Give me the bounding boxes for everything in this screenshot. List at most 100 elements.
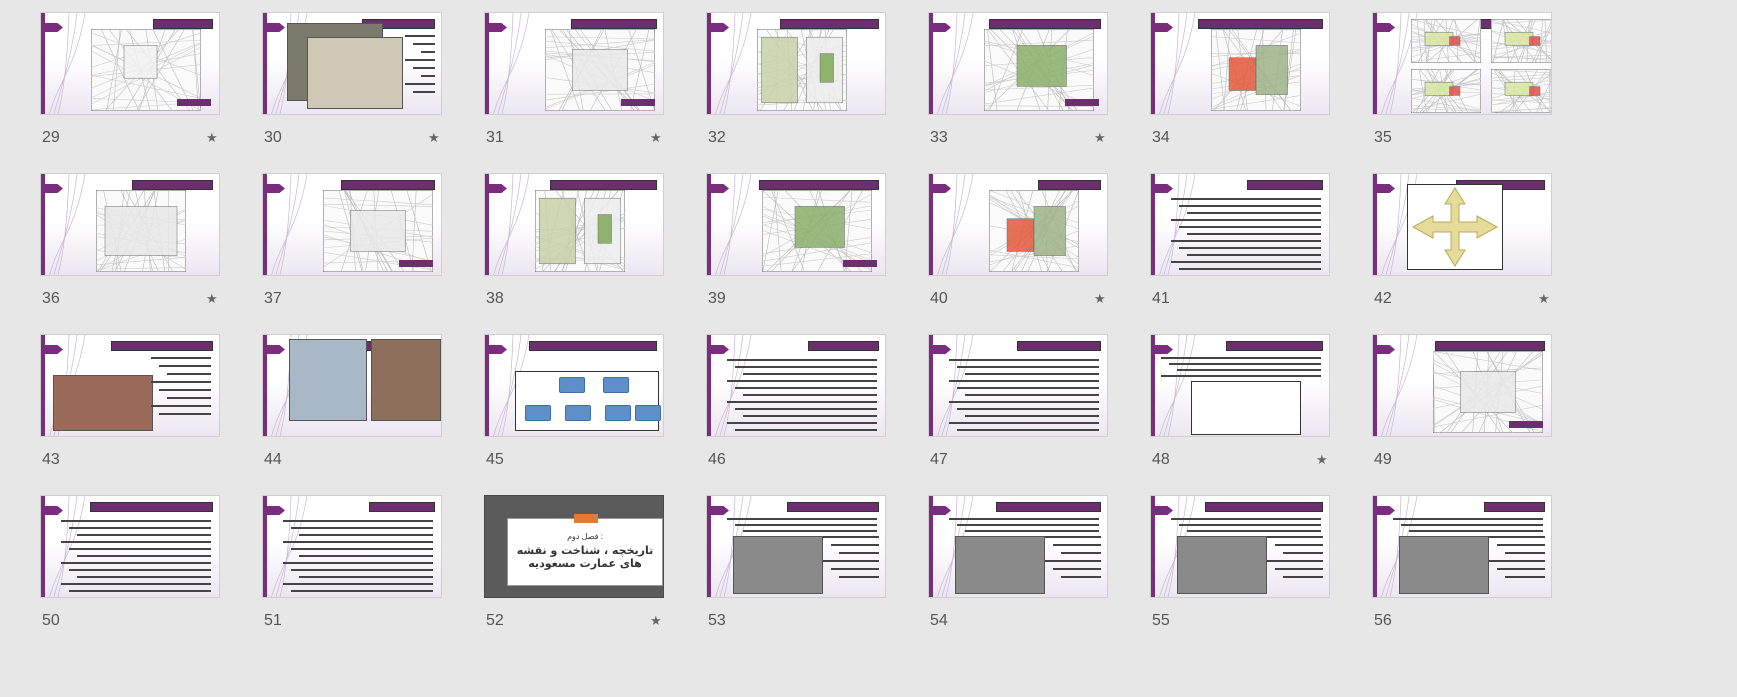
slide-number: 43 xyxy=(42,451,60,469)
slide-number: 45 xyxy=(486,451,504,469)
slide-number: 39 xyxy=(708,290,726,308)
slide-number: 52 xyxy=(486,612,504,630)
slide-thumbnail-cell[interactable]: 53 xyxy=(706,495,906,645)
slide-title-bar xyxy=(787,502,879,512)
slide-thumbnail-cell[interactable]: 54 xyxy=(928,495,1128,645)
slide-thumbnail-cell[interactable]: 34 xyxy=(1150,12,1350,162)
map-image xyxy=(96,190,186,272)
slide-thumbnail[interactable] xyxy=(928,12,1108,115)
slide-thumbnail[interactable]: فصل دوم : تاریخچه ، شناخت و نقشه های عمار… xyxy=(484,495,664,598)
star-icon: ★ xyxy=(1538,291,1550,307)
slide-thumbnail-cell[interactable]: 46 xyxy=(706,334,906,484)
slide-title-bar xyxy=(759,180,879,190)
slide-thumbnail-cell[interactable]: 55 xyxy=(1150,495,1350,645)
diagram-node xyxy=(635,405,661,421)
slide-number: 55 xyxy=(1152,612,1170,630)
slide-thumbnail-cell[interactable]: 51 xyxy=(262,495,462,645)
slide-number: 35 xyxy=(1374,129,1392,147)
slide-number: 49 xyxy=(1374,451,1392,469)
slide-thumbnail-cell[interactable]: 36 ★ xyxy=(40,173,240,323)
diagram-node xyxy=(605,405,631,421)
slide-thumbnail[interactable] xyxy=(484,334,664,437)
slide-number: 42 xyxy=(1374,290,1392,308)
slide-title-bar xyxy=(808,341,879,351)
star-icon: ★ xyxy=(206,291,218,307)
slide-thumbnail-cell[interactable]: 37 xyxy=(262,173,462,323)
slide-number: 51 xyxy=(264,612,282,630)
map-image xyxy=(1491,19,1552,63)
slide-title-bar xyxy=(1484,502,1545,512)
slide-thumbnail[interactable] xyxy=(484,173,664,276)
slide-thumbnail[interactable] xyxy=(1150,495,1330,598)
slide-thumbnail-cell[interactable]: 40 ★ xyxy=(928,173,1128,323)
diagram-node xyxy=(603,377,629,393)
slide-title-bar xyxy=(1205,502,1323,512)
slide-thumbnail-cell[interactable]: 38 xyxy=(484,173,684,323)
slide-thumbnail[interactable] xyxy=(1372,12,1552,115)
slide-title-bar xyxy=(132,180,213,190)
slide-number: 41 xyxy=(1152,290,1170,308)
slide-number: 37 xyxy=(264,290,282,308)
slide-thumbnail-cell[interactable]: 47 xyxy=(928,334,1128,484)
slide-thumbnail[interactable] xyxy=(1372,495,1552,598)
star-icon: ★ xyxy=(428,130,440,146)
slide-thumbnail-cell[interactable]: فصل دوم : تاریخچه ، شناخت و نقشه های عمار… xyxy=(484,495,684,645)
slide-title-bar xyxy=(529,341,657,351)
slide-number: 56 xyxy=(1374,612,1392,630)
slide-thumbnail-cell[interactable]: 43 xyxy=(40,334,240,484)
slide-thumbnail-cell[interactable]: 35 xyxy=(1372,12,1572,162)
slide-thumbnail-cell[interactable]: 32 xyxy=(706,12,906,162)
slide-thumbnail[interactable] xyxy=(262,173,442,276)
slide-thumbnail[interactable] xyxy=(40,173,220,276)
slide-number: 40 xyxy=(930,290,948,308)
slide-thumbnail-cell[interactable]: 33 ★ xyxy=(928,12,1128,162)
slide-thumbnail[interactable] xyxy=(706,495,886,598)
slide-thumbnail-cell[interactable]: 48 ★ xyxy=(1150,334,1350,484)
slide-thumbnail[interactable] xyxy=(706,12,886,115)
slide-thumbnail-cell[interactable]: 30 ★ xyxy=(262,12,462,162)
slide-number: 53 xyxy=(708,612,726,630)
slide-title-bar xyxy=(571,19,657,29)
slide-thumbnail[interactable] xyxy=(1150,12,1330,115)
slide-thumbnail-cell[interactable]: 31 ★ xyxy=(484,12,684,162)
slide-thumbnail[interactable] xyxy=(706,173,886,276)
slide-thumbnail[interactable] xyxy=(928,173,1108,276)
slide-thumbnail[interactable] xyxy=(262,12,442,115)
slide-thumbnail-cell[interactable]: 44 xyxy=(262,334,462,484)
slide-number: 38 xyxy=(486,290,504,308)
map-image xyxy=(1491,69,1552,113)
slide-thumbnail[interactable] xyxy=(262,334,442,437)
cover-title: تاریخچه ، شناخت و نقشه های عمارت مسعودیه xyxy=(508,544,662,570)
slide-number: 29 xyxy=(42,129,60,147)
slide-thumbnail[interactable] xyxy=(928,495,1108,598)
slide-thumbnail-cell[interactable]: 50 xyxy=(40,495,240,645)
slide-thumbnail[interactable] xyxy=(1372,173,1552,276)
slide-thumbnail-cell[interactable]: 29 ★ xyxy=(40,12,240,162)
slide-thumbnail[interactable] xyxy=(40,495,220,598)
slide-thumbnail[interactable] xyxy=(40,12,220,115)
slide-thumbnail[interactable] xyxy=(706,334,886,437)
slide-title-bar xyxy=(1247,180,1323,190)
slide-thumbnail[interactable] xyxy=(1150,334,1330,437)
slide-thumbnail[interactable] xyxy=(1150,173,1330,276)
slide-thumbnail-cell[interactable]: 45 xyxy=(484,334,684,484)
slide-thumbnail-cell[interactable]: 49 xyxy=(1372,334,1572,484)
slide-thumbnail[interactable] xyxy=(484,12,664,115)
slide-number: 54 xyxy=(930,612,948,630)
map-image xyxy=(1411,19,1481,63)
slide-thumbnail[interactable] xyxy=(928,334,1108,437)
slide-thumbnail[interactable] xyxy=(40,334,220,437)
slide-thumbnail-cell[interactable]: 42 ★ xyxy=(1372,173,1572,323)
slide-number: 48 xyxy=(1152,451,1170,469)
cross-arrows-diagram xyxy=(1407,184,1503,270)
slide-title-bar xyxy=(1198,19,1323,29)
slide-thumbnail-cell[interactable]: 56 xyxy=(1372,495,1572,645)
slide-thumbnail-cell[interactable]: 39 xyxy=(706,173,906,323)
slide-thumbnail[interactable] xyxy=(1372,334,1552,437)
slide-title-bar xyxy=(996,502,1101,512)
slide-thumbnail[interactable] xyxy=(262,495,442,598)
diagram-node xyxy=(565,405,591,421)
slide-thumbnail-cell[interactable]: 41 xyxy=(1150,173,1350,323)
diagram-node xyxy=(559,377,585,393)
slide-number: 46 xyxy=(708,451,726,469)
